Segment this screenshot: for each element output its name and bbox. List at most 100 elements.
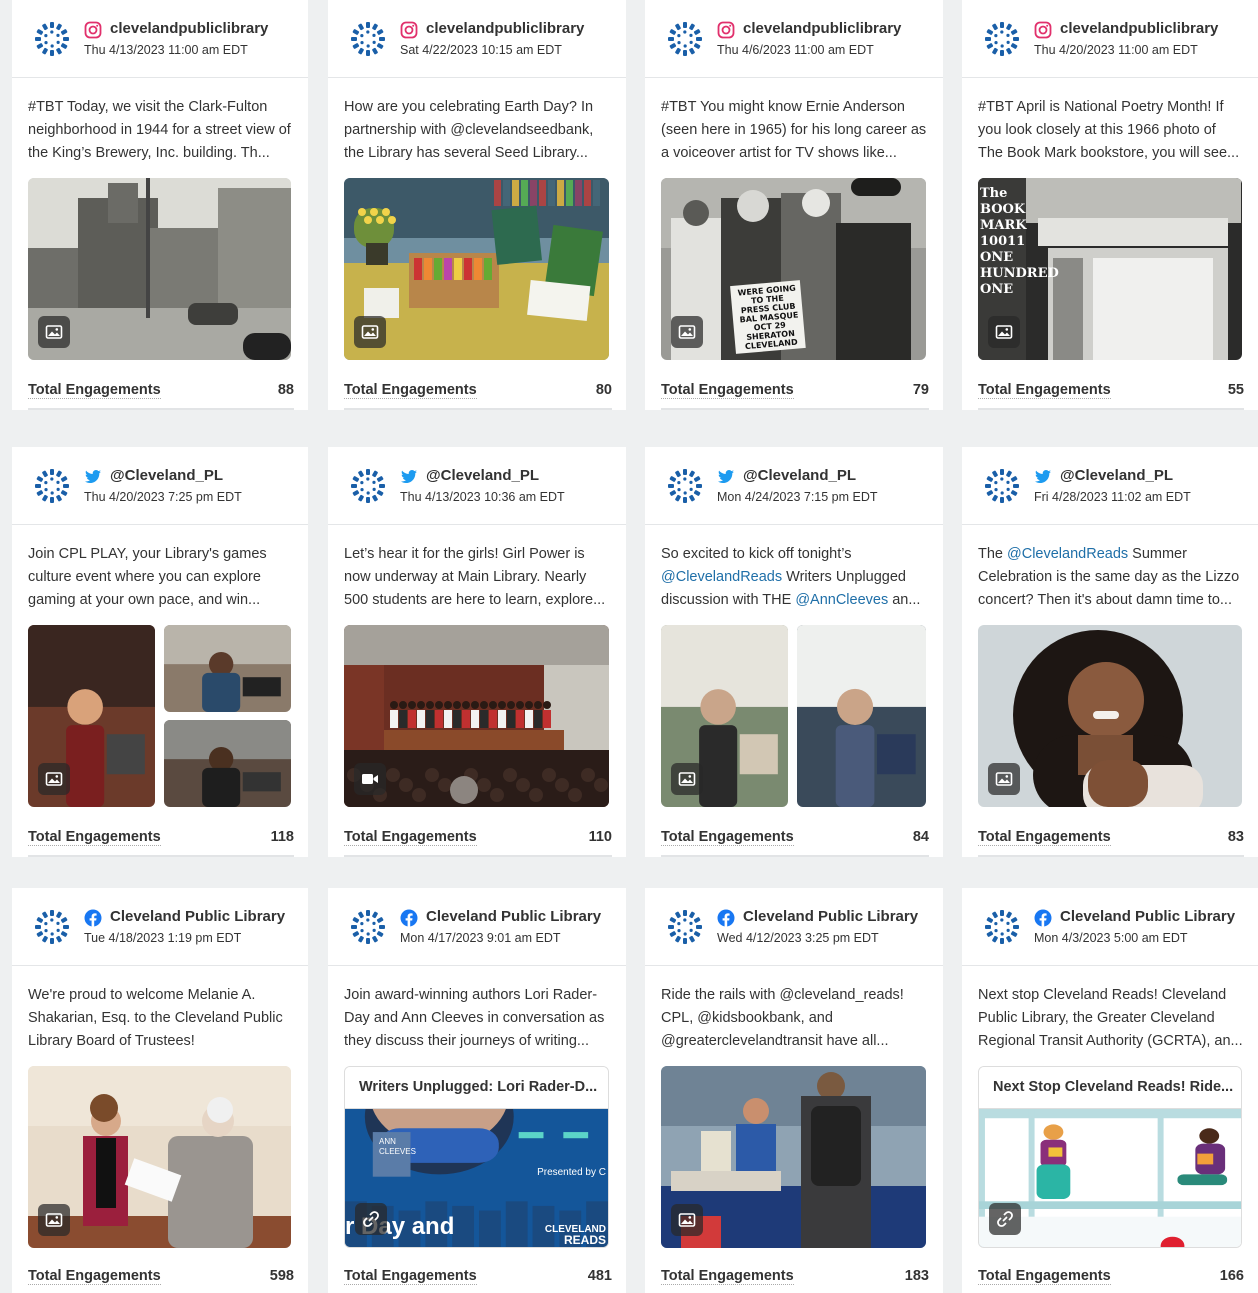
post-media[interactable]	[28, 1066, 291, 1248]
image-icon	[38, 763, 70, 795]
post-card[interactable]: clevelandpubliclibrary Thu 4/20/2023 11:0…	[962, 0, 1258, 410]
mention-link[interactable]: @ClevelandReads	[661, 569, 782, 585]
post-media[interactable]	[344, 625, 609, 807]
engagements-label[interactable]: Total Engagements	[28, 382, 161, 399]
engagements-label[interactable]: Total Engagements	[661, 829, 794, 846]
post-card[interactable]: @Cleveland_PL Mon 4/24/2023 7:15 pm EDT So…	[645, 447, 943, 857]
post-text-segment: We're proud to welcome Melanie A. Shakar…	[28, 987, 283, 1049]
engagements-label[interactable]: Total Engagements	[661, 1268, 794, 1285]
twitter-icon	[401, 470, 417, 483]
account-handle[interactable]: @Cleveland_PL	[1060, 467, 1173, 484]
library-logo-icon	[35, 910, 69, 944]
engagements-row: Total Engagements 118	[28, 827, 294, 857]
engagements-label[interactable]: Total Engagements	[28, 829, 161, 846]
post-media[interactable]	[978, 625, 1242, 807]
account-handle[interactable]: @Cleveland_PL	[426, 467, 539, 484]
link-preview-title[interactable]: Next Stop Cleveland Reads! Ride...	[979, 1067, 1241, 1109]
image-icon	[671, 316, 703, 348]
post-text-segment: an...	[888, 592, 921, 608]
post-header: Cleveland Public Library Mon 4/17/2023 9:…	[328, 888, 626, 966]
post-media[interactable]: WERE GOING TO THE PRESS CLUB BAL MASQUE OCT …	[661, 178, 926, 360]
mention-link[interactable]: @AnnCleeves	[795, 592, 888, 608]
engagements-value: 598	[269, 1268, 294, 1284]
engagements-row: Total Engagements 79	[661, 380, 929, 410]
account-handle[interactable]: clevelandpubliclibrary	[1060, 20, 1218, 37]
post-media[interactable]	[28, 178, 291, 360]
post-header: clevelandpubliclibrary Thu 4/20/2023 11:0…	[962, 0, 1258, 78]
post-card[interactable]: @Cleveland_PL Fri 4/28/2023 11:02 am EDT T…	[962, 447, 1258, 857]
engagements-label[interactable]: Total Engagements	[344, 1268, 477, 1285]
sign-line: 10011	[980, 234, 1026, 249]
post-date: Fri 4/28/2023 11:02 am EDT	[1034, 490, 1191, 504]
instagram-icon	[84, 21, 102, 39]
engagements-label[interactable]: Total Engagements	[978, 382, 1111, 399]
post-text: #TBT April is National Poetry Month! If …	[978, 96, 1244, 165]
link-icon	[989, 1203, 1021, 1235]
post-media[interactable]	[661, 625, 926, 807]
engagements-value: 118	[270, 829, 294, 845]
engagements-label[interactable]: Total Engagements	[344, 829, 477, 846]
account-handle[interactable]: clevelandpubliclibrary	[426, 20, 584, 37]
post-header: @Cleveland_PL Thu 4/13/2023 10:36 am EDT	[328, 447, 626, 525]
post-media[interactable]: The BOOK MARK 10011 ONE HUNDRED ONE	[978, 178, 1242, 360]
account-handle[interactable]: @Cleveland_PL	[110, 467, 223, 484]
engagements-label[interactable]: Total Engagements	[344, 382, 477, 399]
post-header: @Cleveland_PL Mon 4/24/2023 7:15 pm EDT	[645, 447, 943, 525]
engagements-value: 83	[1227, 829, 1244, 845]
engagements-label[interactable]: Total Engagements	[28, 1268, 161, 1285]
post-media[interactable]	[661, 1066, 926, 1248]
post-card[interactable]: Cleveland Public Library Tue 4/18/2023 1:…	[12, 888, 308, 1293]
account-handle[interactable]: Cleveland Public Library	[426, 908, 601, 925]
post-header: clevelandpubliclibrary Thu 4/13/2023 11:0…	[12, 0, 308, 78]
instagram-icon	[1034, 21, 1052, 39]
library-logo-icon	[35, 469, 69, 503]
engagements-value: 481	[587, 1268, 612, 1284]
post-card[interactable]: @Cleveland_PL Thu 4/20/2023 7:25 pm EDT Jo…	[12, 447, 308, 857]
post-card[interactable]: Cleveland Public Library Wed 4/12/2023 3:…	[645, 888, 943, 1293]
account-handle[interactable]: clevelandpubliclibrary	[110, 20, 268, 37]
sign-line: ONE HUNDRED ONE	[980, 250, 1059, 297]
post-card[interactable]: @Cleveland_PL Thu 4/13/2023 10:36 am EDT L…	[328, 447, 626, 857]
promo-text: CLEEVES	[379, 1147, 416, 1156]
post-text-segment: Join CPL PLAY, your Library's games cult…	[28, 546, 267, 608]
account-handle[interactable]: Cleveland Public Library	[1060, 908, 1235, 925]
account-handle[interactable]: @Cleveland_PL	[743, 467, 856, 484]
account-handle[interactable]: Cleveland Public Library	[110, 908, 285, 925]
engagements-row: Total Engagements 55	[978, 380, 1244, 410]
post-card[interactable]: clevelandpubliclibrary Thu 4/13/2023 11:0…	[12, 0, 308, 410]
engagements-label[interactable]: Total Engagements	[661, 382, 794, 399]
post-text: Join CPL PLAY, your Library's games cult…	[28, 543, 294, 612]
post-text: #TBT You might know Ernie Anderson (seen…	[661, 96, 929, 165]
library-logo-icon	[35, 22, 69, 56]
facebook-icon	[1034, 909, 1052, 927]
facebook-icon	[717, 909, 735, 927]
post-media[interactable]	[344, 178, 609, 360]
mention-link[interactable]: @ClevelandReads	[1007, 546, 1128, 562]
link-preview[interactable]: Next Stop Cleveland Reads! Ride...	[978, 1066, 1242, 1248]
account-handle[interactable]: clevelandpubliclibrary	[743, 20, 901, 37]
post-card[interactable]: clevelandpubliclibrary Sat 4/22/2023 10:1…	[328, 0, 626, 410]
promo-text: READS	[563, 1233, 606, 1247]
link-preview-title[interactable]: Writers Unplugged: Lori Rader-D...	[345, 1067, 608, 1109]
engagements-value: 55	[1227, 382, 1244, 398]
engagements-value: 110	[588, 829, 612, 845]
post-header: @Cleveland_PL Fri 4/28/2023 11:02 am EDT	[962, 447, 1258, 525]
account-handle[interactable]: Cleveland Public Library	[743, 908, 918, 925]
post-media[interactable]	[28, 625, 291, 807]
post-card[interactable]: clevelandpubliclibrary Thu 4/6/2023 11:00…	[645, 0, 943, 410]
engagements-row: Total Engagements 80	[344, 380, 612, 410]
engagements-label[interactable]: Total Engagements	[978, 1268, 1111, 1285]
link-preview[interactable]: Writers Unplugged: Lori Rader-D... r Day …	[344, 1066, 609, 1248]
post-card[interactable]: Cleveland Public Library Mon 4/17/2023 9:…	[328, 888, 626, 1293]
post-text: Next stop Cleveland Reads! Cleveland Pub…	[978, 984, 1244, 1053]
engagements-label[interactable]: Total Engagements	[978, 829, 1111, 846]
image-icon	[671, 1204, 703, 1236]
post-text-segment: The	[978, 546, 1008, 562]
engagements-row: Total Engagements 481	[344, 1266, 612, 1293]
post-header: clevelandpubliclibrary Sat 4/22/2023 10:1…	[328, 0, 626, 78]
post-text: Ride the rails with @cleveland_reads! CP…	[661, 984, 929, 1053]
facebook-icon	[400, 909, 418, 927]
post-card[interactable]: Cleveland Public Library Mon 4/3/2023 5:0…	[962, 888, 1258, 1293]
post-date: Thu 4/6/2023 11:00 am EDT	[717, 43, 874, 57]
media-photo-3	[164, 720, 291, 807]
